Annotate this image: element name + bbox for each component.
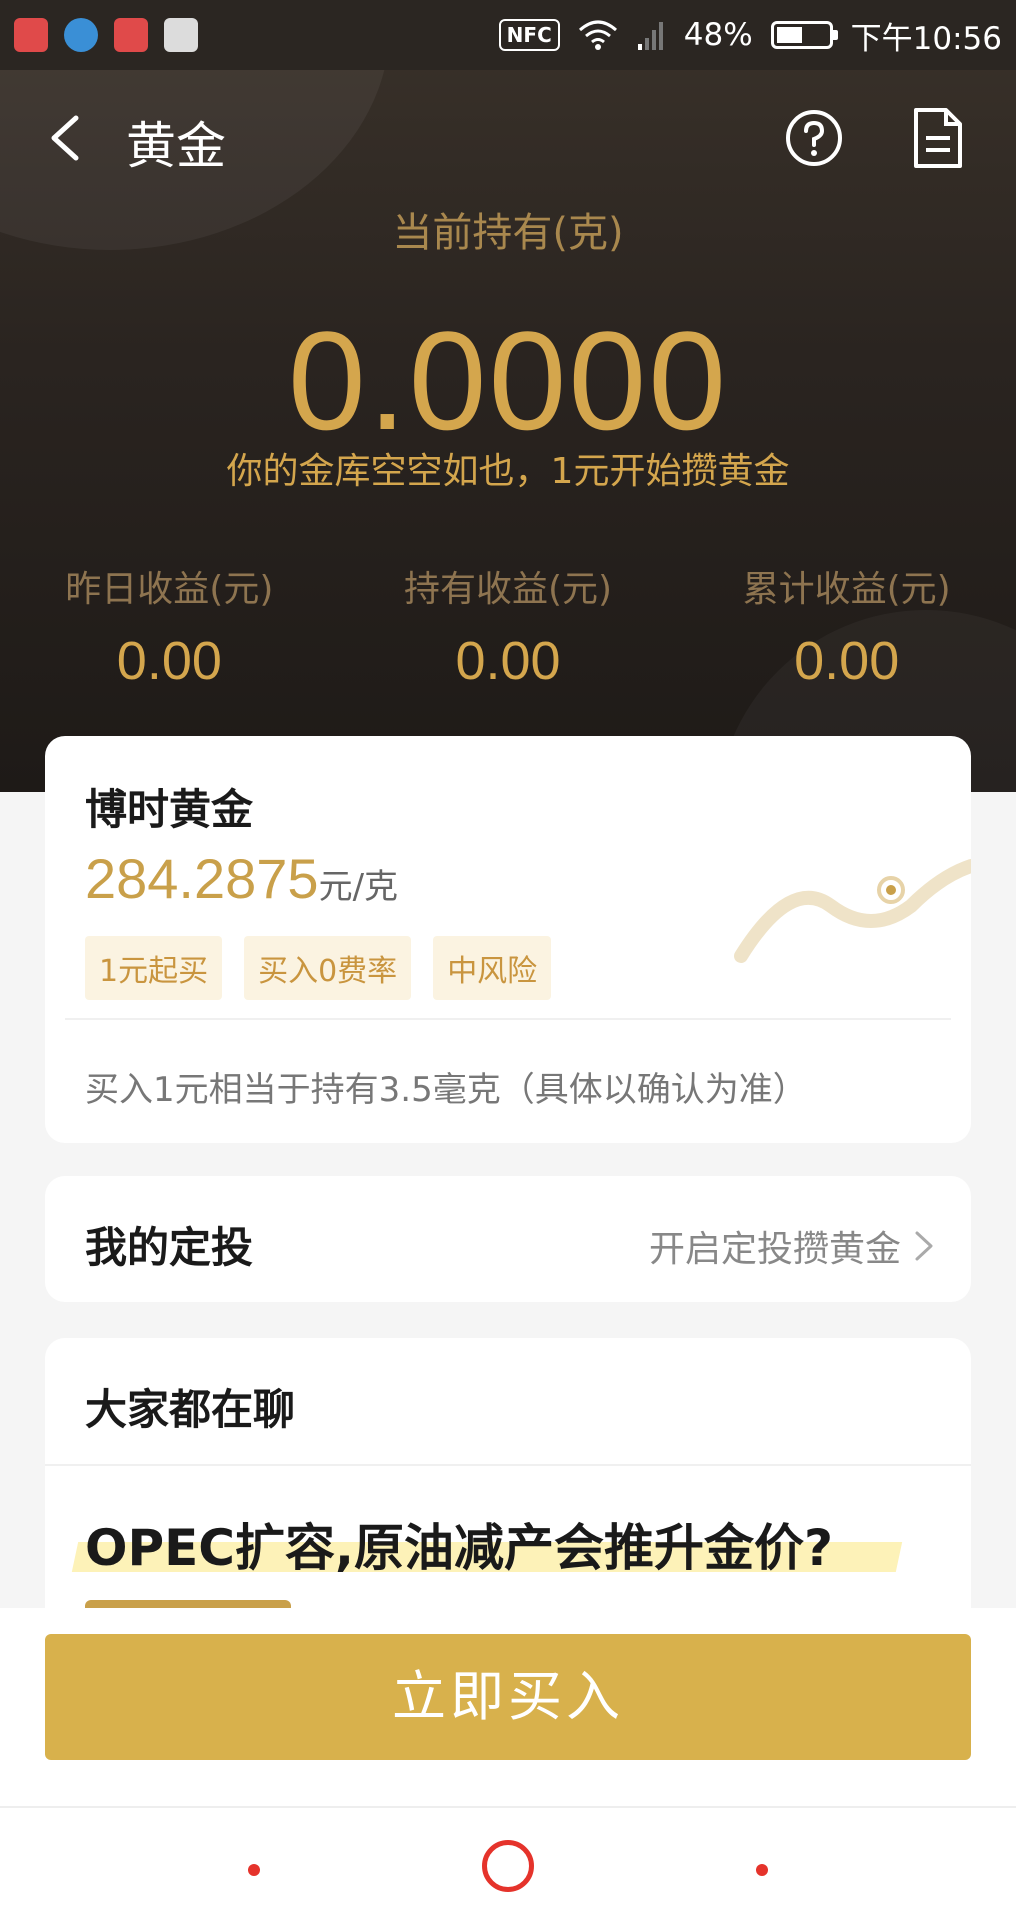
discussion-headline[interactable]: OPEC扩容,原油减产会推升金价? — [85, 1508, 833, 1580]
nav-recent-dot[interactable] — [756, 1864, 768, 1876]
nav-back-dot[interactable] — [248, 1864, 260, 1876]
stat-value: 0.00 — [116, 631, 222, 691]
navigation-bar: 黄金 — [0, 88, 1016, 188]
tag-zero-fee: 买入0费率 — [244, 936, 412, 1000]
signal-icon — [637, 22, 663, 50]
product-tags: 1元起买 买入0费率 中风险 — [85, 936, 552, 1000]
stat-holding: 持有收益(元) 0.00 — [339, 560, 678, 692]
nav-home-button[interactable] — [482, 1840, 534, 1892]
system-navigation-bar — [0, 1806, 1016, 1920]
buy-now-button[interactable]: 立即买入 — [45, 1634, 971, 1760]
browser-notification-icon — [64, 18, 98, 52]
stat-label: 昨日收益(元) — [65, 569, 274, 610]
product-name: 博时黄金 — [85, 785, 254, 834]
stat-cumulative: 累计收益(元) 0.00 — [677, 560, 1016, 692]
discussion-card: 大家都在聊 OPEC扩容,原油减产会推升金价? — [45, 1338, 971, 1618]
price-value: 284.2875 — [85, 847, 319, 910]
tag-min-purchase: 1元起买 — [85, 936, 223, 1000]
holding-value: 0.0000 — [287, 302, 729, 459]
app-notification-icon — [114, 18, 148, 52]
stat-yesterday: 昨日收益(元) 0.00 — [0, 560, 339, 692]
page-title: 黄金 — [126, 117, 226, 175]
bottom-action-panel: 立即买入 — [0, 1608, 1016, 1806]
discussion-title: 大家都在聊 — [85, 1385, 296, 1434]
stat-label: 累计收益(元) — [742, 569, 951, 610]
product-price: 284.2875元/克 — [85, 846, 398, 911]
file-notification-icon — [164, 18, 198, 52]
auto-invest-title: 我的定投 — [85, 1223, 254, 1272]
notification-icons — [14, 18, 198, 52]
start-auto-invest-link[interactable]: 开启定投攒黄金 — [649, 1220, 935, 1272]
status-bar: NFC 48% 下午10:56 — [0, 0, 1016, 70]
app-notification-icon — [14, 18, 48, 52]
stat-value: 0.00 — [794, 631, 900, 691]
price-unit: 元/克 — [318, 867, 399, 907]
tag-risk-level: 中风险 — [433, 936, 552, 1000]
chevron-right-icon — [915, 1231, 933, 1261]
purchase-note: 买入1元相当于持有3.5毫克（具体以确认为准） — [85, 1070, 807, 1110]
earnings-stats: 昨日收益(元) 0.00 持有收益(元) 0.00 累计收益(元) 0.00 — [0, 560, 1016, 692]
divider — [65, 1018, 951, 1020]
auto-invest-card[interactable]: 我的定投 开启定投攒黄金 — [45, 1176, 971, 1302]
gold-product-card[interactable]: 博时黄金 284.2875元/克 1元起买 买入0费率 中风险 买入1元相当于持… — [45, 736, 971, 1143]
document-icon[interactable] — [908, 106, 968, 170]
wifi-icon — [578, 20, 617, 50]
help-icon[interactable] — [784, 108, 844, 168]
stat-value: 0.00 — [455, 631, 561, 691]
battery-percent: 48% — [683, 17, 753, 53]
trend-curve-icon — [734, 859, 971, 963]
start-auto-invest-label: 开启定投攒黄金 — [648, 1229, 901, 1270]
battery-icon — [770, 21, 838, 49]
stat-label: 持有收益(元) — [403, 569, 613, 610]
nfc-icon: NFC — [498, 19, 560, 51]
clock: 下午10:56 — [850, 20, 1002, 57]
holding-tip: 你的金库空空如也，1元开始攒黄金 — [226, 451, 790, 492]
divider — [45, 1464, 971, 1466]
holding-label: 当前持有(克) — [392, 210, 624, 256]
back-arrow-icon[interactable] — [40, 110, 96, 166]
